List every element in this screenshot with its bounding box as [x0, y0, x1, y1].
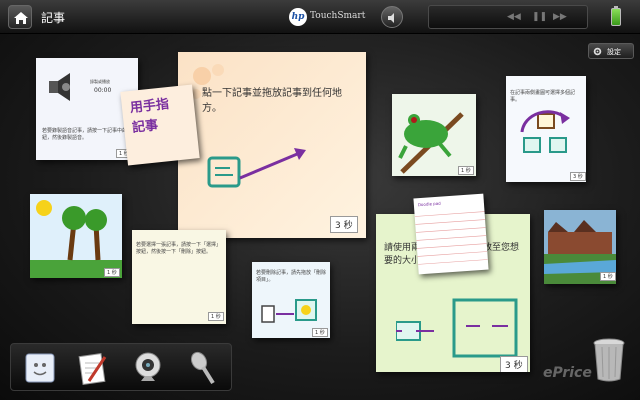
settings-label: 設定: [607, 48, 621, 56]
rotate-select-icon: [520, 110, 570, 153]
speaker-icon: [388, 13, 394, 23]
select-note-text: 在記事兩側畫圓可選擇多個記事。: [510, 90, 576, 103]
duration-badge: 1 秒: [458, 166, 474, 175]
duration-badge: 1 秒: [600, 272, 616, 281]
duration-badge: 1 秒: [312, 328, 328, 337]
next-button[interactable]: ▶▶: [553, 12, 567, 22]
delete-note-text: 若要選擇一張記事，請按一下「選擇」按鈕，然後按一下「刪除」按鈕。: [136, 242, 222, 255]
pause-button[interactable]: ❚❚: [532, 12, 547, 22]
trash-button[interactable]: [592, 337, 626, 383]
move-to-trash-icon: [261, 299, 317, 323]
webcam-note-button[interactable]: [129, 349, 167, 387]
battery-icon: [611, 6, 621, 26]
drag-arrow-icon: [207, 148, 306, 188]
duration-badge: 3 秒: [330, 216, 358, 233]
duration-badge: 3 秒: [570, 172, 586, 181]
handwrite-text: 用手指 記事: [129, 96, 170, 136]
audio-record-label: 錄製或播放: [90, 79, 110, 84]
gear-icon: [593, 47, 602, 56]
note-frog[interactable]: 1 秒: [392, 94, 476, 176]
lined-note-header: Doodle pad: [417, 200, 441, 208]
microphone-icon: [190, 351, 215, 385]
note-main[interactable]: 點一下記事並拖放記事到任何地方。 3 秒: [178, 52, 366, 238]
audio-time: 00:00: [94, 87, 112, 94]
voice-note-button[interactable]: [183, 349, 221, 387]
note-tree[interactable]: 1 秒: [30, 194, 122, 278]
volume-button[interactable]: [381, 6, 403, 28]
note-lined[interactable]: Doodle pad: [413, 193, 489, 275]
speaker-icon: [49, 73, 70, 101]
trash-hint-text: 若要刪除記事，請先拖放「刪除項目」。: [256, 270, 327, 283]
home-icon: [14, 12, 28, 24]
media-control-panel: ◀◀ ❚❚ ▶▶: [428, 5, 588, 29]
duration-badge: 1 秒: [104, 268, 120, 277]
frog-image: [392, 94, 476, 176]
main-note-text: 點一下記事並拖放記事到任何地方。: [202, 88, 342, 114]
lined-paper: [414, 211, 488, 265]
tree-drawing: [30, 194, 122, 278]
note-tools-dock: [10, 343, 232, 391]
note-house[interactable]: 1 秒: [544, 210, 616, 284]
new-drawing-button[interactable]: [75, 349, 113, 387]
duration-badge: 1 秒: [208, 312, 224, 321]
hp-logo: hp: [289, 8, 307, 26]
trash-can-icon: [593, 338, 625, 382]
settings-button[interactable]: 設定: [588, 43, 634, 59]
webcam-icon: [135, 352, 161, 381]
top-bar: 記事 hp TouchSmart ◀◀ ❚❚ ▶▶: [0, 0, 640, 34]
app-title: 記事: [41, 11, 66, 25]
previous-button[interactable]: ◀◀: [507, 12, 521, 22]
pinch-resize-icon: [396, 298, 518, 358]
note-handwrite[interactable]: 用手指 記事: [120, 84, 200, 166]
note-trash-hint[interactable]: 若要刪除記事，請先拖放「刪除項目」。 1 秒: [252, 262, 330, 338]
note-delete[interactable]: 若要選擇一張記事，請按一下「選擇」按鈕，然後按一下「刪除」按鈕。 1 秒: [132, 230, 226, 324]
sticky-note-icon: [25, 353, 55, 383]
audio-note-text: 若要錄製語音記事，請按一下記事中的按鈕，然後錄製語音。: [42, 128, 133, 141]
home-button[interactable]: [8, 5, 32, 29]
new-note-button[interactable]: [21, 349, 59, 387]
duration-badge: 3 秒: [500, 356, 528, 372]
watermark: ePrice: [543, 365, 592, 381]
paper-pen-icon: [78, 353, 107, 385]
brand-label: TouchSmart: [310, 11, 366, 21]
note-select[interactable]: 在記事兩側畫圓可選擇多個記事。 3 秒: [506, 76, 586, 182]
